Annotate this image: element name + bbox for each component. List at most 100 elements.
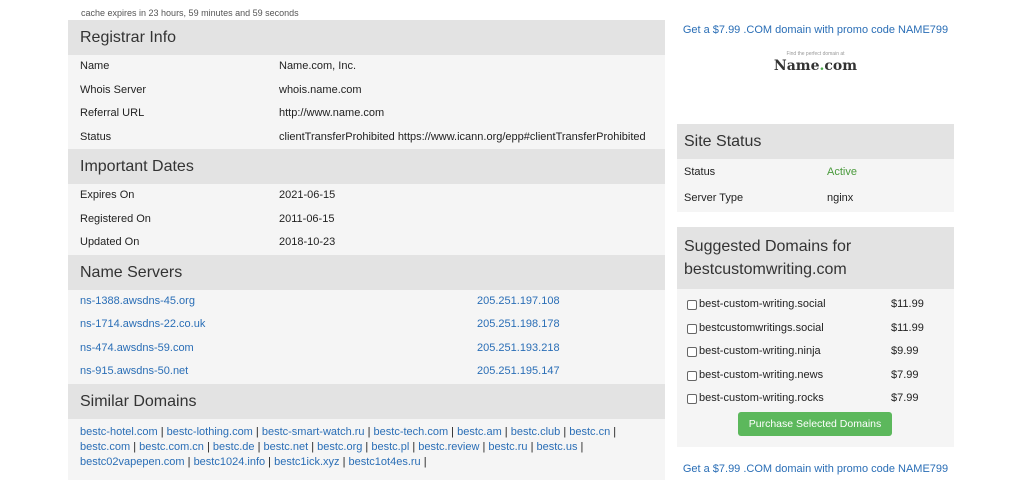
domain-name: best-custom-writing.news xyxy=(699,368,824,381)
domain-price: $7.99 xyxy=(891,392,919,404)
registrar-row-whois-server: Whois Server whois.name.com xyxy=(68,79,665,103)
domain-checkbox[interactable] xyxy=(687,300,697,310)
domain-price: $9.99 xyxy=(891,345,919,357)
similar-domain-link[interactable]: bestc.us xyxy=(537,441,578,453)
nameserver-link[interactable]: ns-1714.awsdns-22.co.uk xyxy=(80,313,205,337)
registrar-row-name: Name Name.com, Inc. xyxy=(68,55,665,79)
separator: | xyxy=(130,440,140,453)
similar-domain-link[interactable]: bestc1024.info xyxy=(194,456,266,468)
row-label: Whois Server xyxy=(80,83,147,96)
separator: | xyxy=(409,440,419,453)
row-value: whois.name.com xyxy=(279,83,362,96)
suggested-domain-row: best-custom-writing.rocks $7.99 xyxy=(677,387,954,411)
date-row-registered: Registered On 2011-06-15 xyxy=(68,208,665,232)
similar-domain-link[interactable]: bestc1ick.xyz xyxy=(274,456,339,468)
row-label: Status xyxy=(80,130,112,143)
similar-domain-link[interactable]: bestc-lothing.com xyxy=(167,426,253,438)
nameserver-ip-link[interactable]: 205.251.197.108 xyxy=(477,290,560,314)
nameserver-row: ns-915.awsdns-50.net 205.251.195.147 xyxy=(68,360,665,384)
row-label: Name xyxy=(80,60,110,72)
nameserver-ip-link[interactable]: 205.251.193.218 xyxy=(477,337,560,361)
purchase-selected-button[interactable]: Purchase Selected Domains xyxy=(738,412,892,436)
domain-name: bestcustomwritings.social xyxy=(699,321,824,334)
suggested-domain-row: bestcustomwritings.social $11.99 xyxy=(677,317,954,341)
registrar-header: Registrar Info xyxy=(68,20,665,55)
row-value: 2018-10-23 xyxy=(279,236,336,248)
site-status-box: Site Status Status Active Server Type ng… xyxy=(677,124,954,212)
separator: | xyxy=(254,440,264,453)
server-type-label: Server Type xyxy=(684,192,744,204)
similar-domain-link[interactable]: bestc.pl xyxy=(371,441,409,453)
dates-header: Important Dates xyxy=(68,149,665,184)
domain-name: best-custom-writing.social xyxy=(699,298,826,310)
similar-domain-link[interactable]: bestc.am xyxy=(457,426,502,438)
separator: | xyxy=(203,440,213,453)
server-type-value: nginx xyxy=(827,192,854,204)
nameserver-ip-link[interactable]: 205.251.195.147 xyxy=(477,360,560,384)
separator: | xyxy=(362,440,372,453)
row-value: http://www.name.com xyxy=(279,107,385,119)
namecom-logo[interactable]: Name.com xyxy=(677,58,954,74)
separator: | xyxy=(527,440,537,453)
separator: | xyxy=(610,425,617,438)
suggested-domains-box: Suggested Domains for bestcustomwriting.… xyxy=(677,227,954,447)
separator: | xyxy=(339,455,349,468)
similar-domain-link[interactable]: bestc.com xyxy=(80,441,130,453)
domain-price: $7.99 xyxy=(891,368,919,381)
row-value: Name.com, Inc. xyxy=(279,60,357,72)
similar-domain-link[interactable]: bestc.review xyxy=(418,441,479,453)
similar-domain-link[interactable]: bestc.org xyxy=(317,441,362,453)
separator: | xyxy=(448,425,458,438)
server-type-row: Server Type nginx xyxy=(677,185,954,211)
row-label: Registered On xyxy=(80,212,151,225)
separator: | xyxy=(560,425,570,438)
domain-checkbox[interactable] xyxy=(687,394,697,404)
domain-checkbox[interactable] xyxy=(687,323,697,334)
domain-checkbox[interactable] xyxy=(687,347,697,357)
similar-domains-list: bestc-hotel.com | bestc-lothing.com | be… xyxy=(68,419,665,470)
separator: | xyxy=(252,425,262,438)
similar-domain-link[interactable]: bestc-tech.com xyxy=(374,426,449,438)
nameserver-row: ns-474.awsdns-59.com 205.251.193.218 xyxy=(68,337,665,361)
similar-domain-link[interactable]: bestc-smart-watch.ru xyxy=(262,426,365,438)
similar-domain-link[interactable]: bestc1ot4es.ru xyxy=(349,456,421,468)
nameserver-row: ns-1714.awsdns-22.co.uk 205.251.198.178 xyxy=(68,313,665,337)
promo-link-bottom[interactable]: Get a $7.99 .COM domain with promo code … xyxy=(677,463,954,475)
domain-checkbox[interactable] xyxy=(687,370,697,381)
row-label: Expires On xyxy=(80,189,135,201)
date-row-updated: Updated On 2018-10-23 xyxy=(68,231,665,255)
status-value: Active xyxy=(827,166,857,178)
separator: | xyxy=(420,455,427,468)
logo-tld: com xyxy=(824,58,858,74)
domain-name: best-custom-writing.rocks xyxy=(699,392,824,404)
nameserver-link[interactable]: ns-474.awsdns-59.com xyxy=(80,337,194,361)
separator: | xyxy=(577,440,584,453)
similar-domain-link[interactable]: bestc.com.cn xyxy=(139,441,204,453)
suggested-domain-row: best-custom-writing.social $11.99 xyxy=(677,293,954,317)
nameserver-ip-link[interactable]: 205.251.198.178 xyxy=(477,313,560,337)
similar-domain-link[interactable]: bestc.net xyxy=(264,441,309,453)
site-status-header: Site Status xyxy=(677,124,954,159)
nameserver-row: ns-1388.awsdns-45.org 205.251.197.108 xyxy=(68,290,665,314)
nameserver-link[interactable]: ns-1388.awsdns-45.org xyxy=(80,290,195,314)
registrar-row-referral-url: Referral URL http://www.name.com xyxy=(68,102,665,126)
row-value: clientTransferProhibited https://www.ica… xyxy=(279,130,646,143)
row-label: Referral URL xyxy=(80,107,145,119)
row-value: 2021-06-15 xyxy=(279,189,336,201)
domain-price: $11.99 xyxy=(891,321,924,334)
promo-link-top[interactable]: Get a $7.99 .COM domain with promo code … xyxy=(677,24,954,36)
separator: | xyxy=(364,425,374,438)
whois-panel: Registrar Info Name Name.com, Inc. Whois… xyxy=(68,20,665,480)
similar-domain-link[interactable]: bestc.cn xyxy=(569,426,610,438)
sidebar: Get a $7.99 .COM domain with promo code … xyxy=(677,0,954,480)
similar-domain-link[interactable]: bestc.club xyxy=(511,426,561,438)
similar-domain-link[interactable]: bestc02vapepen.com xyxy=(80,456,185,468)
similar-domain-link[interactable]: bestc.ru xyxy=(488,441,527,453)
separator: | xyxy=(265,455,275,468)
similar-domains-header: Similar Domains xyxy=(68,383,665,419)
domain-name: best-custom-writing.ninja xyxy=(699,345,821,357)
similar-domain-link[interactable]: bestc.de xyxy=(213,441,255,453)
site-status-row: Status Active xyxy=(677,159,954,185)
similar-domain-link[interactable]: bestc-hotel.com xyxy=(80,426,158,438)
nameserver-link[interactable]: ns-915.awsdns-50.net xyxy=(80,360,188,384)
